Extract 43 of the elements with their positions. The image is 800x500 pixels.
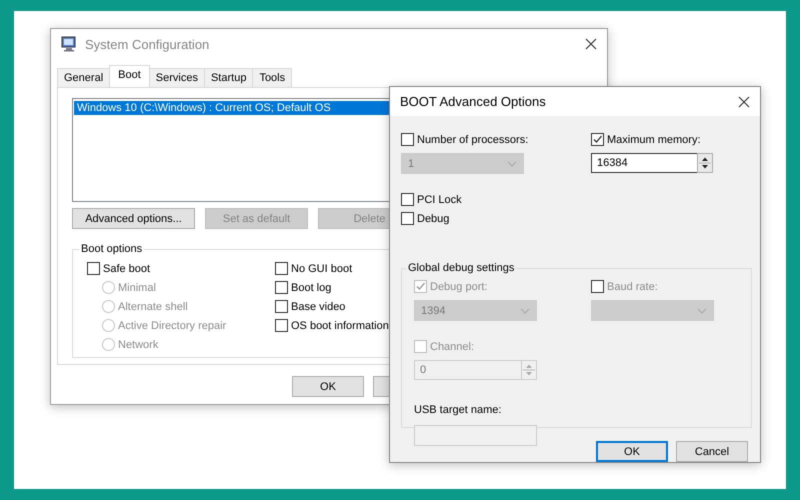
radio-label: Alternate shell [118, 300, 188, 312]
group-label: Global debug settings [407, 262, 516, 274]
button[interactable]: Advanced options... [72, 208, 195, 229]
computer-icon [61, 36, 77, 52]
checkbox-label: Safe boot [103, 262, 150, 274]
button[interactable]: OK [292, 376, 364, 397]
radio-label: Active Directory repair [118, 320, 226, 332]
checkbox-label: Maximum memory: [607, 134, 701, 146]
group-label: Boot options [80, 243, 144, 255]
button[interactable]: Cancel [676, 441, 748, 462]
checkbox-label: No GUI boot [291, 262, 352, 274]
tab[interactable]: Tools [252, 68, 292, 87]
checkbox-label: Base video [291, 300, 346, 312]
checkbox[interactable] [275, 262, 288, 275]
spin-button[interactable] [697, 153, 713, 173]
radio-label: Minimal [118, 282, 156, 294]
field-label: USB target name: [414, 404, 502, 416]
checkbox-label: Number of processors: [417, 134, 528, 146]
chevron-icon [507, 160, 517, 166]
checkbox-label: Channel: [430, 340, 474, 352]
tab[interactable]: Services [148, 68, 205, 87]
chevron-icon [520, 308, 530, 314]
checkbox[interactable] [275, 300, 288, 313]
tab[interactable]: General [57, 68, 110, 87]
button[interactable]: OK [596, 441, 668, 462]
checkbox[interactable] [87, 262, 100, 275]
close-icon [585, 38, 597, 50]
close-icon [738, 96, 750, 108]
checkbox-label: Baud rate: [607, 280, 658, 292]
checkbox[interactable] [401, 212, 414, 225]
checkbox[interactable] [401, 193, 414, 206]
checkbox[interactable] [591, 133, 604, 146]
checkbox-label: OS boot information [291, 320, 389, 332]
checkbox-label: PCI Lock [417, 194, 462, 206]
number-field[interactable]: 16384 [591, 153, 697, 173]
window-title: System Configuration [85, 36, 210, 52]
tab[interactable]: Startup [204, 68, 254, 87]
checkbox-label: Debug port: [430, 280, 488, 292]
checkbox[interactable] [275, 281, 288, 294]
chevron-icon [697, 308, 707, 314]
checkbox-label: Boot log [291, 282, 332, 294]
checkbox[interactable] [275, 319, 288, 332]
radio-label: Network [118, 338, 158, 350]
